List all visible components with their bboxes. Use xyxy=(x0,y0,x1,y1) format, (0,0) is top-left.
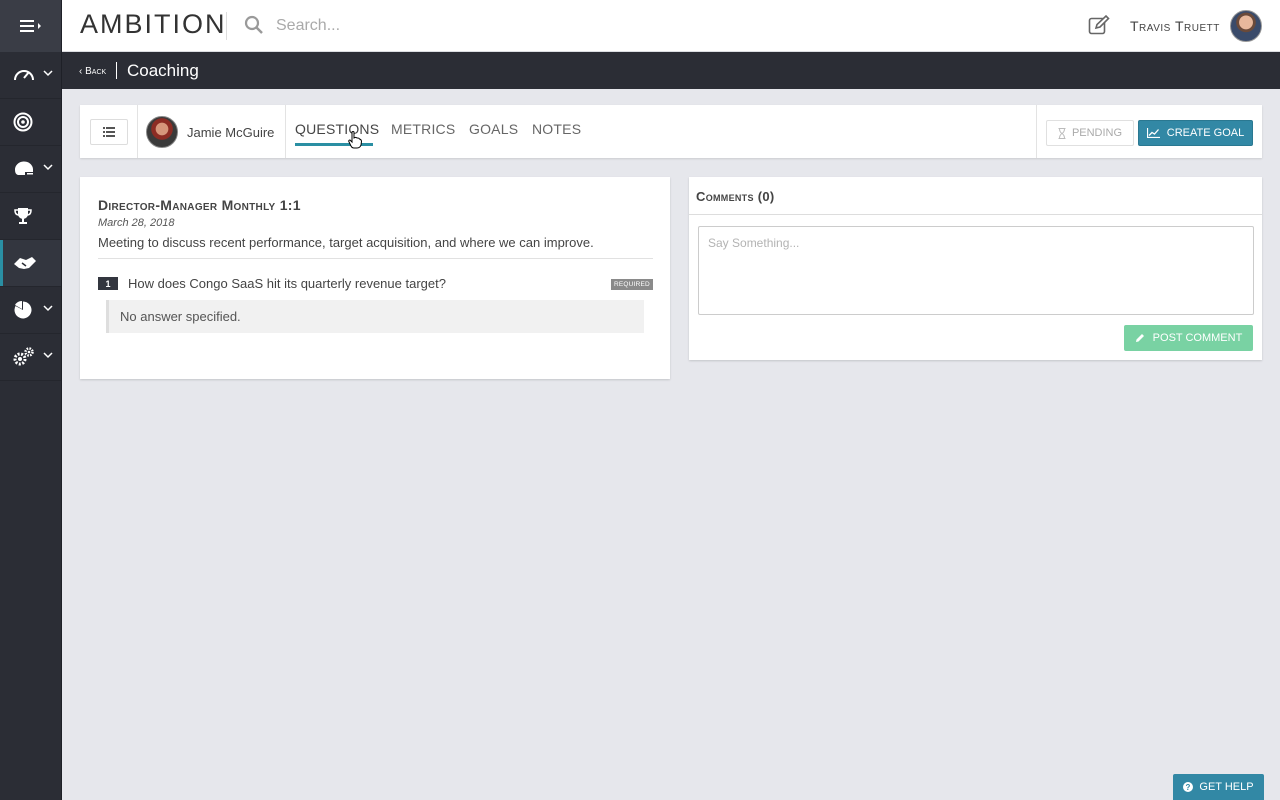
tab-metrics[interactable]: METRICS xyxy=(391,121,455,137)
left-nav-rail xyxy=(0,0,62,800)
question-text: How does Congo SaaS hit its quarterly re… xyxy=(128,276,446,291)
divider xyxy=(137,105,138,158)
divider xyxy=(285,105,286,158)
compose-icon[interactable] xyxy=(1088,15,1110,35)
back-link[interactable]: ‹ Back xyxy=(79,66,106,77)
meeting-date: March 28, 2018 xyxy=(98,217,175,229)
settings-icon xyxy=(13,347,34,366)
hand-cursor-icon xyxy=(348,131,362,149)
divider xyxy=(98,258,653,259)
pending-label: PENDING xyxy=(1071,127,1123,139)
tab-goals[interactable]: GOALS xyxy=(469,121,518,137)
chevron-down-icon xyxy=(43,164,53,171)
meeting-card: Director-Manager Monthly 1:1 March 28, 2… xyxy=(80,177,670,379)
coaching-tabs-panel: Jamie McGuire QUESTIONS METRICS GOALS NO… xyxy=(80,105,1262,158)
get-help-label: GET HELP xyxy=(1199,781,1254,793)
pending-button[interactable]: PENDING xyxy=(1046,120,1134,146)
divider xyxy=(1036,105,1037,158)
user-name[interactable]: Travis Truett xyxy=(1130,18,1220,34)
meeting-title: Director-Manager Monthly 1:1 xyxy=(98,197,301,213)
nav-item-targets[interactable] xyxy=(0,99,61,146)
question-circle-icon: ? xyxy=(1183,782,1194,792)
search-icon xyxy=(244,15,263,34)
pencil-icon xyxy=(1135,334,1144,342)
post-comment-button[interactable]: POST COMMENT xyxy=(1124,325,1253,351)
tab-notes[interactable]: NOTES xyxy=(532,121,581,137)
comments-card: Comments (0) POST COMMENT xyxy=(689,177,1262,360)
line-chart-icon xyxy=(1146,128,1160,138)
user-avatar[interactable] xyxy=(1230,10,1262,42)
list-icon xyxy=(103,127,115,137)
dashboard-icon xyxy=(14,70,34,81)
post-comment-label: POST COMMENT xyxy=(1152,332,1243,344)
comments-header: Comments (0) xyxy=(689,177,1262,215)
coachee-name[interactable]: Jamie McGuire xyxy=(187,125,274,140)
hourglass-icon xyxy=(1058,127,1066,139)
chevron-down-icon xyxy=(43,352,53,359)
create-goal-button[interactable]: CREATE GOAL xyxy=(1138,120,1253,146)
helmet-icon xyxy=(14,161,34,175)
nav-item-coaching[interactable] xyxy=(0,240,61,287)
svg-text:?: ? xyxy=(1186,783,1191,792)
chevron-down-icon xyxy=(43,70,53,77)
top-bar: AMBITION Travis Truett xyxy=(62,0,1280,52)
chevron-down-icon xyxy=(43,305,53,312)
nav-item-dashboard[interactable] xyxy=(0,52,61,99)
comment-input[interactable] xyxy=(698,226,1254,315)
get-help-button[interactable]: ? GET HELP xyxy=(1173,774,1264,800)
answer-text: No answer specified. xyxy=(120,309,241,324)
menu-toggle-button[interactable] xyxy=(0,0,61,52)
comments-title: Comments (0) xyxy=(696,189,775,204)
nav-item-settings[interactable] xyxy=(0,334,61,381)
avatar[interactable] xyxy=(146,116,178,148)
divider xyxy=(116,62,117,79)
nav-item-teams[interactable] xyxy=(0,146,61,193)
meeting-description: Meeting to discuss recent performance, t… xyxy=(98,235,594,250)
required-badge: REQUIRED xyxy=(611,279,653,290)
nav-item-competitions[interactable] xyxy=(0,193,61,240)
app-logo[interactable]: AMBITION xyxy=(80,9,227,40)
create-goal-label: CREATE GOAL xyxy=(1166,127,1245,139)
target-icon xyxy=(13,112,33,132)
trophy-icon xyxy=(14,208,32,224)
search-input[interactable] xyxy=(276,13,676,39)
page-title: Coaching xyxy=(127,61,199,80)
answer-box[interactable]: No answer specified. xyxy=(106,300,644,333)
nav-item-reports[interactable] xyxy=(0,287,61,334)
tab-questions[interactable]: QUESTIONS xyxy=(295,121,379,137)
page-header: ‹ Back Coaching xyxy=(62,52,1280,89)
pie-chart-icon xyxy=(14,300,32,319)
handshake-icon xyxy=(14,257,36,269)
list-toggle-button[interactable] xyxy=(90,119,128,145)
menu-icon xyxy=(19,20,41,32)
question-number: 1 xyxy=(98,277,118,290)
divider xyxy=(226,12,227,40)
